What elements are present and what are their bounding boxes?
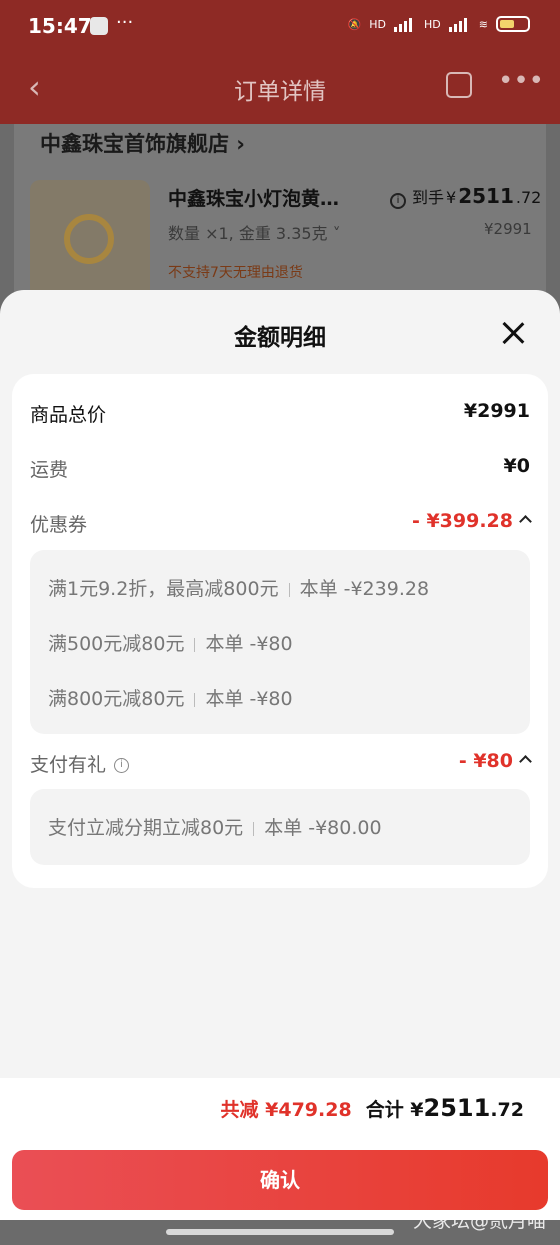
goods-total-label: 商品总价 — [30, 404, 107, 426]
pay-int: 2511 — [458, 184, 514, 208]
sheet-title: 金额明细 — [234, 325, 326, 351]
wifi-icon: ≋ — [478, 17, 488, 31]
divider — [288, 582, 290, 597]
shipping-row: 运费 ¥0 — [30, 451, 530, 483]
nav-bar: ‹ 订单详情 ••• — [0, 62, 560, 112]
product-image[interactable] — [30, 180, 150, 300]
info-icon[interactable]: i — [114, 758, 130, 773]
coupon-desc: 满1元9.2折，最高减800元 — [48, 578, 279, 600]
notification-app-icon — [90, 17, 108, 35]
close-icon[interactable] — [498, 318, 528, 348]
payment-desc: 支付立减分期立减80元 — [48, 817, 244, 839]
total-dec: .72 — [490, 1099, 524, 1121]
totals: 共减 ¥479.28 合计 ¥2511.72 — [221, 1094, 524, 1122]
product-pay-price: i 到手 ¥ 2511 .72 — [390, 184, 541, 209]
page-title: 订单详情 — [234, 79, 326, 105]
more-notifications-icon: ··· — [116, 12, 134, 33]
payment-detail-box: 支付立减分期立减80元 本单 -¥80.00 — [30, 789, 530, 865]
coupon-amount: 本单 -¥239.28 — [299, 578, 430, 600]
payment-item: 支付立减分期立减80元 本单 -¥80.00 — [48, 813, 382, 840]
coupon-item: 满500元减80元 本单 -¥80 — [48, 629, 293, 656]
coupon-row[interactable]: 优惠券 - ¥399.28 — [30, 506, 532, 538]
coupon-item: 满800元减80元 本单 -¥80 — [48, 684, 293, 711]
chevron-up-icon[interactable] — [519, 515, 532, 528]
coupon-amount: 本单 -¥80 — [205, 633, 293, 655]
pay-currency: ¥ — [446, 188, 457, 207]
home-indicator[interactable] — [166, 1229, 394, 1235]
ring-image — [64, 214, 114, 264]
payment-gift-value: - ¥80 — [458, 750, 513, 772]
total-int: 2511 — [423, 1094, 491, 1122]
divider — [194, 692, 196, 707]
confirm-button[interactable]: 确认 — [12, 1150, 548, 1210]
coupon-desc: 满800元减80元 — [48, 688, 185, 710]
status-icons: 🔕 HD HD ≋ — [348, 16, 530, 32]
amount-detail-card: 商品总价 ¥2991 运费 ¥0 优惠券 - ¥399.28 满1元9.2折，最… — [12, 374, 548, 888]
status-time: 15:47 — [28, 14, 92, 38]
coupon-amount: 本单 -¥80 — [205, 688, 293, 710]
watermark: 大家坛@贰月喵 — [412, 1210, 546, 1232]
shipping-label: 运费 — [30, 459, 69, 481]
return-policy-note: 不支持7天无理由退货 — [168, 265, 303, 281]
divider — [194, 637, 196, 652]
more-menu-icon[interactable]: ••• — [498, 66, 544, 96]
product-spec[interactable]: 数量 ×1, 金重 3.35克 ˅ — [168, 220, 341, 244]
product-original-price: ¥2991 — [484, 220, 532, 238]
product-title[interactable]: 中鑫珠宝小灯泡黄… — [168, 184, 339, 211]
goods-total-row: 商品总价 ¥2991 — [30, 396, 530, 428]
hd-label-2: HD — [424, 17, 441, 31]
total-label: 合计 ¥ — [365, 1099, 424, 1121]
pay-label: 到手 — [412, 188, 445, 207]
coupon-detail-box: 满1元9.2折，最高减800元 本单 -¥239.28 满500元减80元 本单 -… — [30, 550, 530, 734]
coupon-item: 满1元9.2折，最高减800元 本单 -¥239.28 — [48, 574, 429, 601]
shop-name-link[interactable]: 中鑫珠宝首饰旗舰店 › — [40, 128, 245, 158]
coupon-value: - ¥399.28 — [411, 510, 513, 532]
amount-detail-sheet: 金额明细 商品总价 ¥2991 运费 ¥0 优惠券 - ¥399.28 满1元9… — [0, 290, 560, 1220]
coupon-desc: 满500元减80元 — [48, 633, 185, 655]
coupon-label: 优惠券 — [30, 514, 88, 536]
share-icon[interactable] — [446, 72, 472, 98]
goods-total-value: ¥2991 — [463, 400, 530, 422]
hd-label-1: HD — [369, 17, 387, 31]
signal-icon-2 — [448, 16, 471, 32]
payment-gift-label: 支付有礼 — [30, 754, 107, 776]
mute-icon: 🔕 — [347, 17, 362, 31]
payment-amount: 本单 -¥80.00 — [264, 817, 382, 839]
pay-dec: .72 — [515, 188, 542, 207]
status-bar: 15:47 ··· 🔕 HD HD ≋ — [0, 0, 560, 54]
battery-icon — [496, 16, 530, 32]
total-reduced: 共减 ¥479.28 — [220, 1099, 352, 1121]
shipping-value: ¥0 — [503, 455, 530, 477]
signal-icon — [394, 16, 416, 32]
info-icon[interactable]: i — [390, 193, 406, 209]
total-amount: 合计 ¥2511.72 — [366, 1094, 524, 1122]
sheet-footer: 共减 ¥479.28 合计 ¥2511.72 — [0, 1078, 560, 1144]
payment-gift-row[interactable]: 支付有礼 i - ¥80 — [30, 746, 532, 778]
divider — [253, 821, 255, 836]
chevron-up-icon[interactable] — [519, 755, 532, 768]
